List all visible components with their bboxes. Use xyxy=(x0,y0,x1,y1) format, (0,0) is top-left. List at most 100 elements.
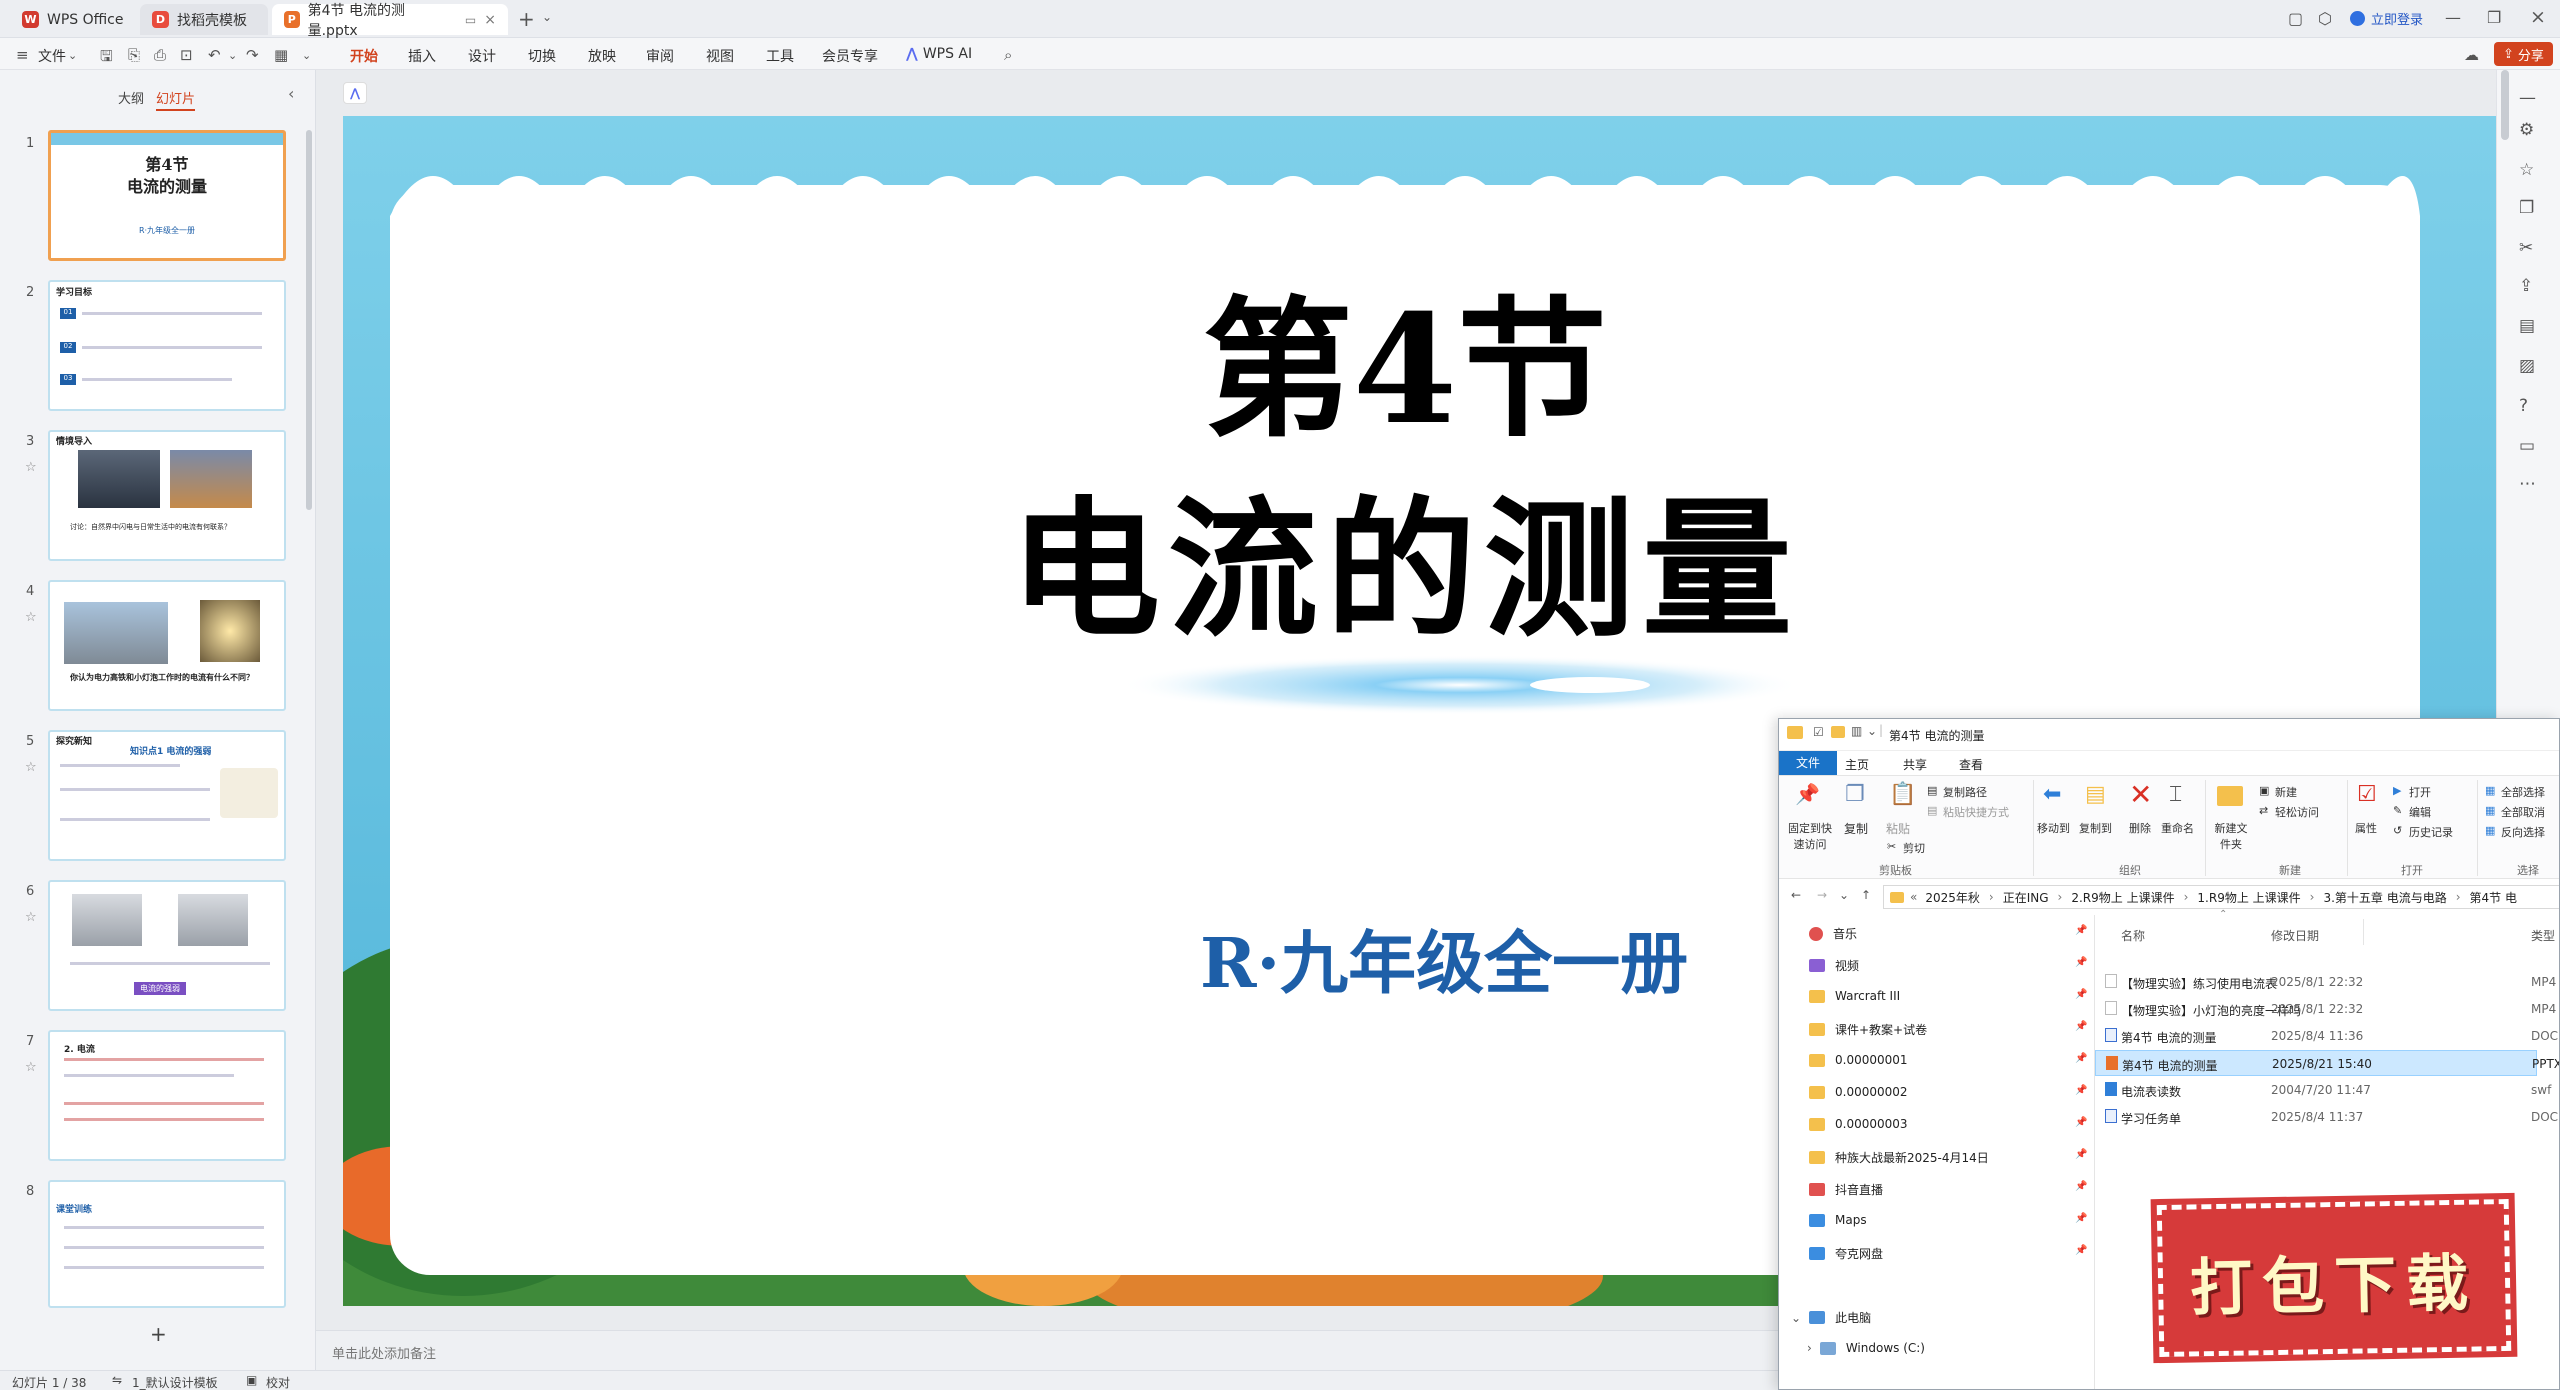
menu-member[interactable]: 会员专享 xyxy=(822,46,878,66)
invert-selection-button[interactable]: 反向选择 xyxy=(2501,824,2545,840)
pin-icon[interactable]: 📌 xyxy=(2075,1181,2087,1192)
breadcrumb-item[interactable]: 第4节 电 xyxy=(2470,889,2517,906)
slide-thumbnail-6[interactable]: 电流的强弱 xyxy=(48,880,286,1011)
help-icon[interactable]: ? xyxy=(2519,396,2528,416)
history-button[interactable]: 历史记录 xyxy=(2409,824,2453,840)
overflow-icon[interactable]: « xyxy=(1910,890,1917,904)
slide-thumbnail-4[interactable]: 你认为电力高铁和小灯泡工作时的电流有什么不同？ xyxy=(48,580,286,711)
restore-icon[interactable]: ❐ xyxy=(2487,8,2501,27)
nav-item[interactable]: 音乐 xyxy=(1809,925,1857,942)
slide-title-line2[interactable]: 电流的测量 xyxy=(390,490,2420,650)
star-icon[interactable]: ☆ xyxy=(25,610,37,625)
theme-name[interactable]: 1_默认设计模板 xyxy=(132,1374,218,1390)
nav-item[interactable]: 抖音直播 xyxy=(1809,1181,1883,1198)
slide-thumbnail-7[interactable]: 2. 电流 xyxy=(48,1030,286,1161)
new-folder-icon[interactable] xyxy=(1831,726,1845,738)
pin-button[interactable]: 固定到快速访问 xyxy=(1783,820,1837,852)
new-tab-icon[interactable]: + xyxy=(518,7,535,31)
cut-button[interactable]: 剪切 xyxy=(1903,840,1925,856)
star-icon[interactable]: ☆ xyxy=(25,460,37,475)
slide-subtitle[interactable]: R·九年级全一册 xyxy=(1200,908,1760,1007)
image-icon[interactable]: ▨ xyxy=(2519,356,2535,376)
rename-button[interactable]: 重命名 xyxy=(2161,820,2194,836)
menu-design[interactable]: 设计 xyxy=(468,46,496,66)
select-all-button[interactable]: 全部选择 xyxy=(2501,784,2545,800)
menu-insert[interactable]: 插入 xyxy=(408,46,436,66)
chevron-down-icon[interactable]: ⌄ xyxy=(68,49,77,62)
ribbon-tab-file[interactable]: 文件 xyxy=(1779,751,1837,775)
ribbon-tab-view[interactable]: 查看 xyxy=(1959,756,1983,773)
breadcrumb-item[interactable]: 2.R9物上 上课课件 xyxy=(2071,889,2174,906)
comment-icon[interactable]: ▭ xyxy=(2519,436,2535,456)
nav-item[interactable]: 0.00000001 xyxy=(1809,1053,1908,1067)
pin-icon[interactable]: 📌 xyxy=(2075,1085,2087,1096)
nav-item[interactable]: 0.00000002 xyxy=(1809,1085,1908,1099)
properties-button[interactable]: 属性 xyxy=(2355,820,2377,836)
open-button[interactable]: 打开 xyxy=(2409,784,2431,800)
nav-this-pc[interactable]: ⌄ 此电脑 xyxy=(1791,1309,1871,1326)
hamburger-icon[interactable]: ≡ xyxy=(16,46,29,64)
save-icon[interactable]: 🖫 xyxy=(100,46,113,71)
paste-button[interactable]: 粘贴 xyxy=(1883,820,1913,837)
file-row[interactable]: 电流表读数 2004/7/20 11:47 swf xyxy=(2095,1077,2551,1103)
pin-icon[interactable]: 📌 xyxy=(2075,957,2087,968)
print-icon[interactable]: ⎙ xyxy=(154,46,166,64)
menu-tools[interactable]: 工具 xyxy=(766,46,794,66)
layout-icon[interactable]: ▢ xyxy=(2288,9,2303,28)
file-row[interactable]: 第4节 电流的测量 2025/8/4 11:36 DOC xyxy=(2095,1023,2558,1049)
delete-button[interactable]: 删除 xyxy=(2129,820,2151,836)
menu-view[interactable]: 视图 xyxy=(706,46,734,66)
file-row[interactable]: 学习任务单 2025/8/4 11:37 DOC xyxy=(2095,1104,2558,1130)
ai-assistant-icon[interactable]: ⋀ xyxy=(343,82,367,104)
pin-icon[interactable]: 📌 xyxy=(2075,1245,2087,1256)
proof-button[interactable]: 校对 xyxy=(266,1374,290,1390)
tab-slides[interactable]: 幻灯片 xyxy=(156,88,196,111)
menu-file[interactable]: 文件 xyxy=(38,46,66,66)
forward-icon[interactable]: → xyxy=(1817,888,1827,902)
search-icon[interactable]: ⌕ xyxy=(1004,46,1012,64)
column-header-date[interactable]: 修改日期 xyxy=(2271,927,2319,944)
pin-icon[interactable]: 📌 xyxy=(2075,1213,2087,1224)
more-icon[interactable]: ⋯ xyxy=(2519,474,2536,494)
up-icon[interactable]: ↑ xyxy=(1861,888,1871,902)
file-row[interactable]: 【物理实验】小灯泡的亮度一样吗 2025/8/1 22:32 MP4 xyxy=(2095,996,2556,1022)
breadcrumb-item[interactable]: 2025年秋 xyxy=(1925,889,1980,906)
clipboard-icon[interactable]: ▥ xyxy=(1851,724,1862,738)
new-item-button[interactable]: 新建 xyxy=(2275,784,2297,800)
edit-button[interactable]: 编辑 xyxy=(2409,804,2431,820)
tab-outline[interactable]: 大纲 xyxy=(118,88,144,107)
nav-item[interactable]: 视频 xyxy=(1809,957,1859,974)
undo-icon[interactable]: ↶ xyxy=(208,46,221,64)
wps-ai-button[interactable]: ⋀ WPS AI xyxy=(906,46,972,62)
menu-slideshow[interactable]: 放映 xyxy=(588,46,616,66)
slide-thumbnail-5[interactable]: 探究新知 知识点1 电流的强弱 xyxy=(48,730,286,861)
chevron-down-icon[interactable]: ⌄ xyxy=(542,10,552,24)
ribbon-tab-home[interactable]: 主页 xyxy=(1845,756,1869,773)
close-window-icon[interactable]: × xyxy=(2530,6,2546,28)
nav-drive[interactable]: › Windows (C:) xyxy=(1807,1341,1925,1355)
pin-icon[interactable]: 📌 xyxy=(2075,1021,2087,1032)
file-row-selected[interactable]: 第4节 电流的测量 2025/8/21 15:40 PPTX xyxy=(2095,1050,2559,1076)
tab-wps-office[interactable]: W WPS Office xyxy=(10,4,140,35)
export-icon[interactable]: ⎘ xyxy=(128,46,140,64)
menu-home[interactable]: 开始 xyxy=(350,46,378,74)
slide-title-line1[interactable]: 第4节 xyxy=(390,290,2420,450)
star-icon[interactable]: ☆ xyxy=(25,760,37,775)
move-to-button[interactable]: 移动到 xyxy=(2037,820,2070,836)
thumbnail-scrollbar[interactable] xyxy=(306,130,312,510)
star-icon[interactable]: ☆ xyxy=(25,1060,37,1075)
menu-transition[interactable]: 切换 xyxy=(528,46,556,66)
nav-item[interactable]: 课件+教案+试卷 xyxy=(1809,1021,1927,1038)
minimize-icon[interactable]: — xyxy=(2445,8,2461,27)
back-icon[interactable]: ← xyxy=(1791,888,1801,902)
address-bar[interactable]: « 2025年秋 › 正在ING › 2.R9物上 上课课件 › 1.R9物上 上课课… xyxy=(1883,885,2559,909)
minus-icon[interactable]: — xyxy=(2519,88,2536,108)
star-icon[interactable]: ☆ xyxy=(25,910,37,925)
cloud-icon[interactable]: ☁ xyxy=(2464,46,2479,64)
properties-icon[interactable]: ⚙ xyxy=(2519,120,2534,140)
share-icon[interactable]: ⇪ xyxy=(2519,276,2533,296)
copy-path-button[interactable]: 复制路径 xyxy=(1943,784,1987,800)
tab-pptx-file[interactable]: P 第4节 电流的测量.pptx ▭ × xyxy=(272,3,508,39)
copy-icon[interactable]: ❐ xyxy=(2519,198,2534,218)
format-painter-icon[interactable]: ▦ xyxy=(274,46,288,64)
